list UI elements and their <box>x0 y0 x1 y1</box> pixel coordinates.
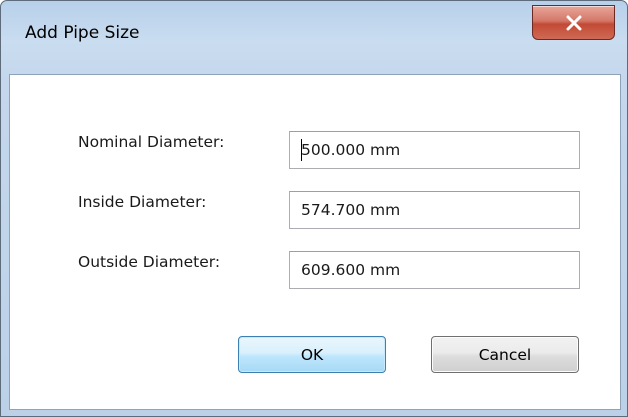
text-caret <box>301 139 302 161</box>
outside-diameter-input[interactable]: 609.600 mm <box>289 251 580 289</box>
inside-diameter-label: Inside Diameter: <box>78 193 207 211</box>
cancel-button[interactable]: Cancel <box>431 336 579 373</box>
close-icon <box>566 15 581 30</box>
outside-diameter-value: 609.600 mm <box>301 261 401 279</box>
nominal-diameter-value: 500.000 mm <box>301 141 401 159</box>
inside-diameter-value: 574.700 mm <box>301 201 401 219</box>
dialog-title: Add Pipe Size <box>25 23 140 43</box>
dialog-window: Add Pipe Size Nominal Diameter: 500.000 … <box>0 0 628 417</box>
ok-button[interactable]: OK <box>238 336 386 373</box>
close-button[interactable] <box>532 5 615 40</box>
dialog-content: Nominal Diameter: 500.000 mm Inside Diam… <box>9 74 621 410</box>
nominal-diameter-input[interactable]: 500.000 mm <box>289 131 580 169</box>
outside-diameter-label: Outside Diameter: <box>78 253 221 271</box>
inside-diameter-input[interactable]: 574.700 mm <box>289 191 580 229</box>
nominal-diameter-label: Nominal Diameter: <box>78 133 225 151</box>
